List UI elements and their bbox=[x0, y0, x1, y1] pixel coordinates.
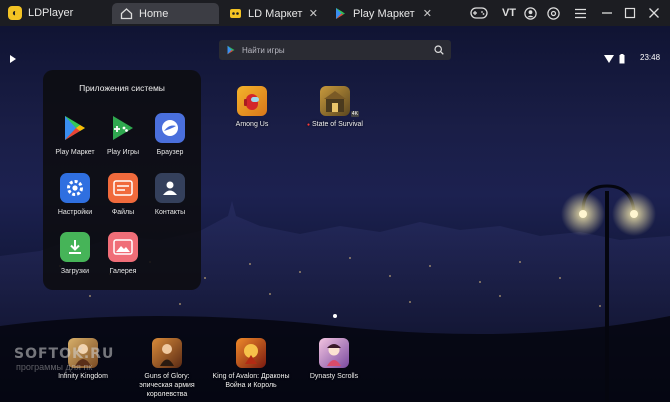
app-gallery[interactable]: Галерея bbox=[93, 232, 153, 275]
resolution-badge: 4K bbox=[350, 111, 359, 117]
folder-title: Приложения системы bbox=[79, 83, 165, 93]
ld-market-icon bbox=[229, 7, 242, 20]
battery-icon bbox=[619, 54, 625, 64]
watermark-title: SOFTOK.RU bbox=[14, 346, 115, 362]
app-state-of-survival[interactable]: 4K ● State of Survival bbox=[302, 86, 368, 130]
downloads-icon bbox=[60, 232, 90, 262]
browser-icon bbox=[155, 113, 185, 143]
app-label: Галерея bbox=[109, 268, 137, 275]
among-us-icon bbox=[237, 86, 267, 116]
maximize-icon[interactable] bbox=[622, 5, 638, 21]
dynasty-scrolls-icon bbox=[319, 338, 349, 368]
settings-icon[interactable] bbox=[545, 5, 561, 21]
android-desktop: 23:48 Найти игры Приложения системы Play… bbox=[0, 26, 670, 402]
new-dot-icon: ● bbox=[307, 122, 311, 128]
play-store-icon bbox=[227, 45, 235, 55]
guns-of-glory-icon bbox=[152, 338, 182, 368]
app-label: Guns of Glory: эпическая армия королевст… bbox=[139, 373, 195, 398]
app-label: Infinity Kingdom bbox=[58, 373, 108, 380]
tab-play-market-label: Play Маркет bbox=[353, 7, 415, 20]
king-of-avalon-icon bbox=[236, 338, 266, 368]
close-icon[interactable] bbox=[646, 5, 662, 21]
app-king-of-avalon[interactable]: King of Avalon: Драконы Война и Король bbox=[207, 338, 295, 390]
contacts-icon bbox=[155, 173, 185, 203]
home-icon bbox=[120, 7, 133, 20]
tab-play-market[interactable]: Play Маркет ✕ bbox=[326, 3, 438, 24]
state-of-survival-icon: 4K bbox=[320, 86, 359, 117]
minimize-icon[interactable] bbox=[599, 5, 615, 21]
menu-icon[interactable] bbox=[572, 5, 588, 21]
gamepad-icon[interactable] bbox=[469, 5, 489, 21]
app-dynasty-scrolls[interactable]: Dynasty Scrolls bbox=[304, 338, 364, 381]
wifi-icon bbox=[604, 55, 614, 63]
tab-home[interactable]: Home bbox=[112, 3, 219, 24]
tab-close-icon[interactable]: ✕ bbox=[309, 7, 318, 20]
system-apps-folder: Приложения системы Play Маркет Play Игры… bbox=[43, 70, 201, 290]
settings-app-icon bbox=[60, 173, 90, 203]
app-name: LDPlayer bbox=[28, 7, 74, 19]
app-label: Among Us bbox=[235, 121, 269, 128]
ldplayer-logo-icon: ◐ bbox=[8, 6, 22, 20]
app-guns-of-glory[interactable]: Guns of Glory: эпическая армия королевст… bbox=[127, 338, 207, 399]
vt-icon[interactable]: VT bbox=[499, 5, 519, 21]
app-logo: ◐ LDPlayer bbox=[0, 0, 104, 26]
tab-ld-market-label: LD Маркет bbox=[248, 7, 303, 20]
search-bar[interactable]: Найти игры bbox=[219, 40, 451, 60]
play-store-icon bbox=[60, 113, 90, 143]
status-time: 23:48 bbox=[640, 53, 661, 62]
app-contacts[interactable]: Контакты bbox=[140, 173, 200, 216]
files-icon bbox=[108, 173, 138, 203]
app-label: ● State of Survival bbox=[307, 121, 363, 128]
search-icon[interactable] bbox=[434, 45, 444, 55]
title-bar: ◐ LDPlayer Home LD Маркет ✕ Play Маркет … bbox=[0, 0, 670, 26]
account-icon[interactable] bbox=[522, 5, 538, 21]
search-placeholder: Найти игры bbox=[242, 45, 285, 55]
gallery-icon bbox=[108, 232, 138, 262]
play-games-icon bbox=[108, 113, 138, 143]
play-store-icon bbox=[334, 7, 347, 20]
play-status-icon bbox=[10, 55, 16, 63]
tab-home-label: Home bbox=[139, 7, 169, 20]
app-label: King of Avalon: Драконы Война и Король bbox=[212, 373, 290, 389]
app-label: Контакты bbox=[154, 209, 186, 216]
tab-close-icon[interactable]: ✕ bbox=[423, 7, 432, 20]
watermark: SOFTOK.RU программы для пк bbox=[14, 346, 114, 372]
app-label: Браузер bbox=[156, 149, 184, 156]
app-label: Dynasty Scrolls bbox=[309, 373, 359, 380]
app-browser[interactable]: Браузер bbox=[140, 113, 200, 156]
page-indicator bbox=[333, 314, 337, 318]
watermark-subtitle: программы для пк bbox=[16, 362, 93, 372]
tab-ld-market[interactable]: LD Маркет ✕ bbox=[221, 3, 324, 24]
app-among-us[interactable]: Among Us bbox=[222, 86, 282, 129]
